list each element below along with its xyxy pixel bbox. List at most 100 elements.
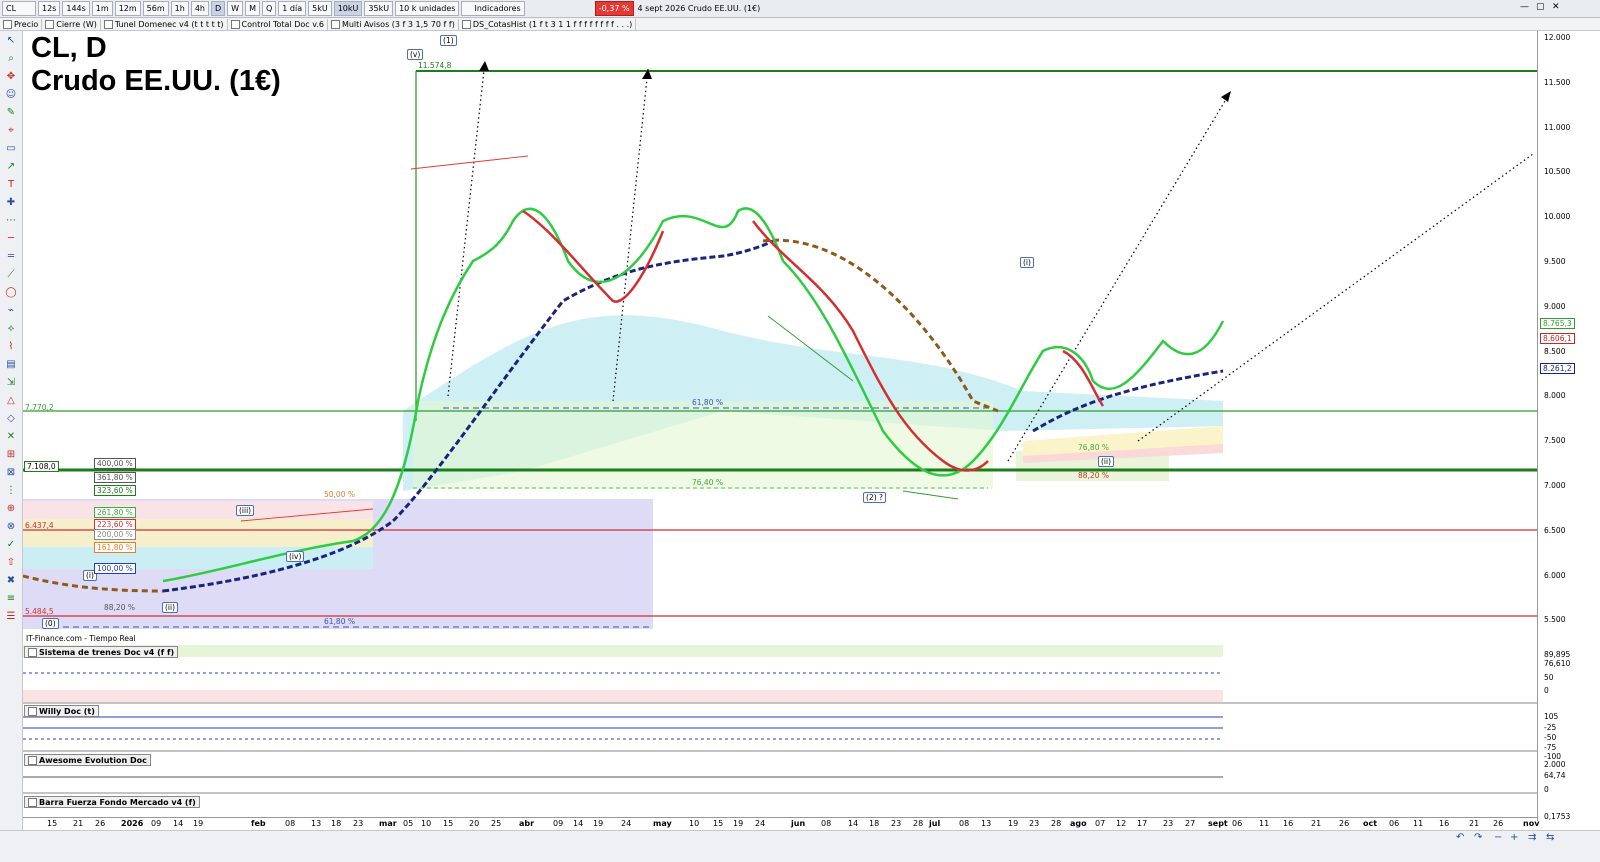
time-tick: 23 bbox=[353, 819, 364, 828]
overlay-toggle[interactable]: Precio bbox=[0, 18, 43, 30]
overlay-toggle[interactable]: Tunel Domenec v4 (t t t t t) bbox=[101, 18, 228, 30]
drawing-tool-icon[interactable]: ✖ bbox=[5, 575, 17, 587]
timeframe-button[interactable]: 12s bbox=[38, 1, 61, 16]
drawing-tool-icon[interactable]: ⊗ bbox=[5, 521, 17, 533]
time-tick: 21 bbox=[1311, 819, 1322, 828]
drawing-tool-icon[interactable]: ⟋ bbox=[5, 269, 17, 281]
checkbox-icon[interactable] bbox=[28, 647, 37, 657]
drawing-tool-icon[interactable]: ☺ bbox=[5, 89, 17, 101]
indicator-panel-header[interactable]: Sistema de trenes Doc v4 (f f) bbox=[24, 646, 179, 658]
tick-button[interactable]: 35kU bbox=[364, 1, 394, 16]
fib-box: 161,80 % bbox=[94, 542, 136, 553]
symbol-selector[interactable]: CL bbox=[2, 1, 36, 16]
indicator-panel-header[interactable]: Barra Fuerza Fondo Mercado v4 (f) bbox=[24, 796, 200, 808]
time-tick: 17 bbox=[1137, 819, 1148, 828]
checkbox-icon[interactable] bbox=[461, 19, 471, 29]
timeframe-button[interactable]: D bbox=[211, 1, 226, 16]
maximize-icon[interactable]: ▢ bbox=[1536, 2, 1545, 12]
drawing-tool-icon[interactable]: ─ bbox=[5, 233, 17, 245]
drawing-tool-icon[interactable]: ↖ bbox=[5, 35, 17, 47]
time-axis[interactable]: 15 21 26 2026 09 14 19 feb 08 13 18 23 mar 05 10 15 20 25… bbox=[23, 817, 1539, 830]
timeframe-button[interactable]: 12m bbox=[114, 1, 141, 16]
drawing-tool-icon[interactable]: ▤ bbox=[5, 359, 17, 371]
overlay-toggle[interactable]: Cierre (W) bbox=[42, 18, 101, 30]
panel-axis-label: 2.000 bbox=[1544, 760, 1566, 769]
fit-icon[interactable]: ⇆ bbox=[1546, 832, 1554, 843]
close-icon[interactable]: ✕ bbox=[1552, 2, 1560, 12]
time-tick: 15 bbox=[713, 819, 724, 828]
wave-label: (0) bbox=[42, 618, 59, 629]
timeframe-button[interactable]: 1m bbox=[91, 1, 113, 16]
drawing-tool-icon[interactable]: T bbox=[5, 179, 17, 191]
zoom-out-icon[interactable]: − bbox=[1494, 832, 1502, 843]
overlay-toggle[interactable]: Multi Avisos (3 f 3 1,5 70 f f) bbox=[328, 18, 459, 30]
price-badge: 8.261,2 bbox=[1540, 363, 1575, 374]
checkbox-icon[interactable] bbox=[103, 19, 113, 29]
drawing-tool-icon[interactable]: ⊠ bbox=[5, 467, 17, 479]
timeframe-button[interactable]: 4h bbox=[190, 1, 209, 16]
minimize-icon[interactable]: — bbox=[1520, 2, 1529, 12]
zoom-in-icon[interactable]: + bbox=[1510, 832, 1518, 843]
panel-axis-label: 105 bbox=[1544, 712, 1559, 721]
indicators-button[interactable]: Indicadores bbox=[461, 1, 525, 16]
checkbox-icon[interactable] bbox=[230, 19, 240, 29]
fib-label: 88,20 % bbox=[1078, 471, 1109, 480]
drawing-tool-icon[interactable]: ↗ bbox=[5, 161, 17, 173]
timeframe-button[interactable]: W bbox=[227, 1, 244, 16]
drawing-tool-icon[interactable]: ⟡ bbox=[5, 323, 17, 335]
time-tick: abr bbox=[519, 819, 535, 828]
tick-button[interactable]: 10kU bbox=[333, 1, 363, 16]
drawing-tool-icon[interactable]: ⌕ bbox=[5, 53, 17, 65]
timeframe-button[interactable]: 56m bbox=[142, 1, 169, 16]
drawing-tool-icon[interactable]: ⋯ bbox=[5, 215, 17, 227]
checkbox-icon[interactable] bbox=[28, 755, 37, 765]
drawing-tool-icon[interactable]: ⋮ bbox=[5, 485, 17, 497]
time-tick: 05 bbox=[403, 819, 414, 828]
timeframe-button[interactable]: Q bbox=[262, 1, 277, 16]
overlay-toggle[interactable]: Control Total Doc v.6 bbox=[228, 18, 328, 30]
fib-label: 50,00 % bbox=[324, 490, 355, 499]
period-selector[interactable]: 1 día bbox=[278, 1, 307, 16]
drawing-tool-icon[interactable]: ▭ bbox=[5, 143, 17, 155]
drawing-tool-icon[interactable]: ⌁ bbox=[5, 305, 17, 317]
drawing-tool-icon[interactable]: ⊞ bbox=[5, 449, 17, 461]
drawing-tool-icon[interactable]: ≡ bbox=[5, 593, 17, 605]
price-chart[interactable] bbox=[23, 31, 1537, 643]
time-tick: 23 bbox=[1029, 819, 1040, 828]
drawing-tool-icon[interactable]: ⌇ bbox=[5, 341, 17, 353]
checkbox-icon[interactable] bbox=[330, 19, 340, 29]
checkbox-icon[interactable] bbox=[45, 19, 55, 29]
drawing-tool-icon[interactable]: ⌖ bbox=[5, 125, 17, 137]
drawing-tool-icon[interactable]: △ bbox=[5, 395, 17, 407]
drawing-tool-icon[interactable]: ⇧ bbox=[5, 557, 17, 569]
tick-button[interactable]: 5kU bbox=[308, 1, 332, 16]
drawing-tool-icon[interactable]: ⇲ bbox=[5, 377, 17, 389]
checkbox-icon[interactable] bbox=[28, 706, 37, 716]
drawing-tool-icon[interactable]: ☰ bbox=[5, 611, 17, 623]
indicator-name: Awesome Evolution Doc bbox=[39, 755, 147, 765]
drawing-tool-icon[interactable]: ◯ bbox=[5, 287, 17, 299]
redo-icon[interactable]: ↷ bbox=[1474, 832, 1482, 843]
indicator-panel-header[interactable]: Willy Doc (t) bbox=[24, 705, 99, 717]
indicator-panel-header[interactable]: Awesome Evolution Doc bbox=[24, 754, 151, 766]
time-tick: may bbox=[653, 819, 672, 828]
timeframe-button[interactable]: 144s bbox=[62, 1, 90, 16]
panel-axis-label: -25 bbox=[1544, 723, 1557, 732]
drawing-tool-icon[interactable]: ✎ bbox=[5, 107, 17, 119]
drawing-tool-icon[interactable]: ◇ bbox=[5, 413, 17, 425]
units-selector[interactable]: 10 k unidades bbox=[395, 1, 460, 16]
drawing-tool-icon[interactable]: ✚ bbox=[5, 197, 17, 209]
drawing-tool-icon[interactable]: ✕ bbox=[5, 431, 17, 443]
overlay-toggle[interactable]: DS_CotasHist (1 f t 3 1 1 f f f f f f f … bbox=[459, 18, 637, 30]
scroll-right-icon[interactable]: ⇉ bbox=[1528, 832, 1536, 843]
drawing-tool-icon[interactable]: ✥ bbox=[5, 71, 17, 83]
checkbox-icon[interactable] bbox=[3, 19, 12, 29]
timeframe-button[interactable]: 1h bbox=[170, 1, 189, 16]
undo-icon[interactable]: ↶ bbox=[1456, 832, 1464, 843]
checkbox-icon[interactable] bbox=[28, 797, 37, 807]
price-axis[interactable]: 12.000 11.500 11.000 10.500 10.000 9.500 9.000… bbox=[1537, 31, 1600, 821]
timeframe-button[interactable]: M bbox=[245, 1, 260, 16]
drawing-tool-icon[interactable]: ═ bbox=[5, 251, 17, 263]
drawing-tool-icon[interactable]: ✓ bbox=[5, 539, 17, 551]
drawing-tool-icon[interactable]: ⊕ bbox=[5, 503, 17, 515]
